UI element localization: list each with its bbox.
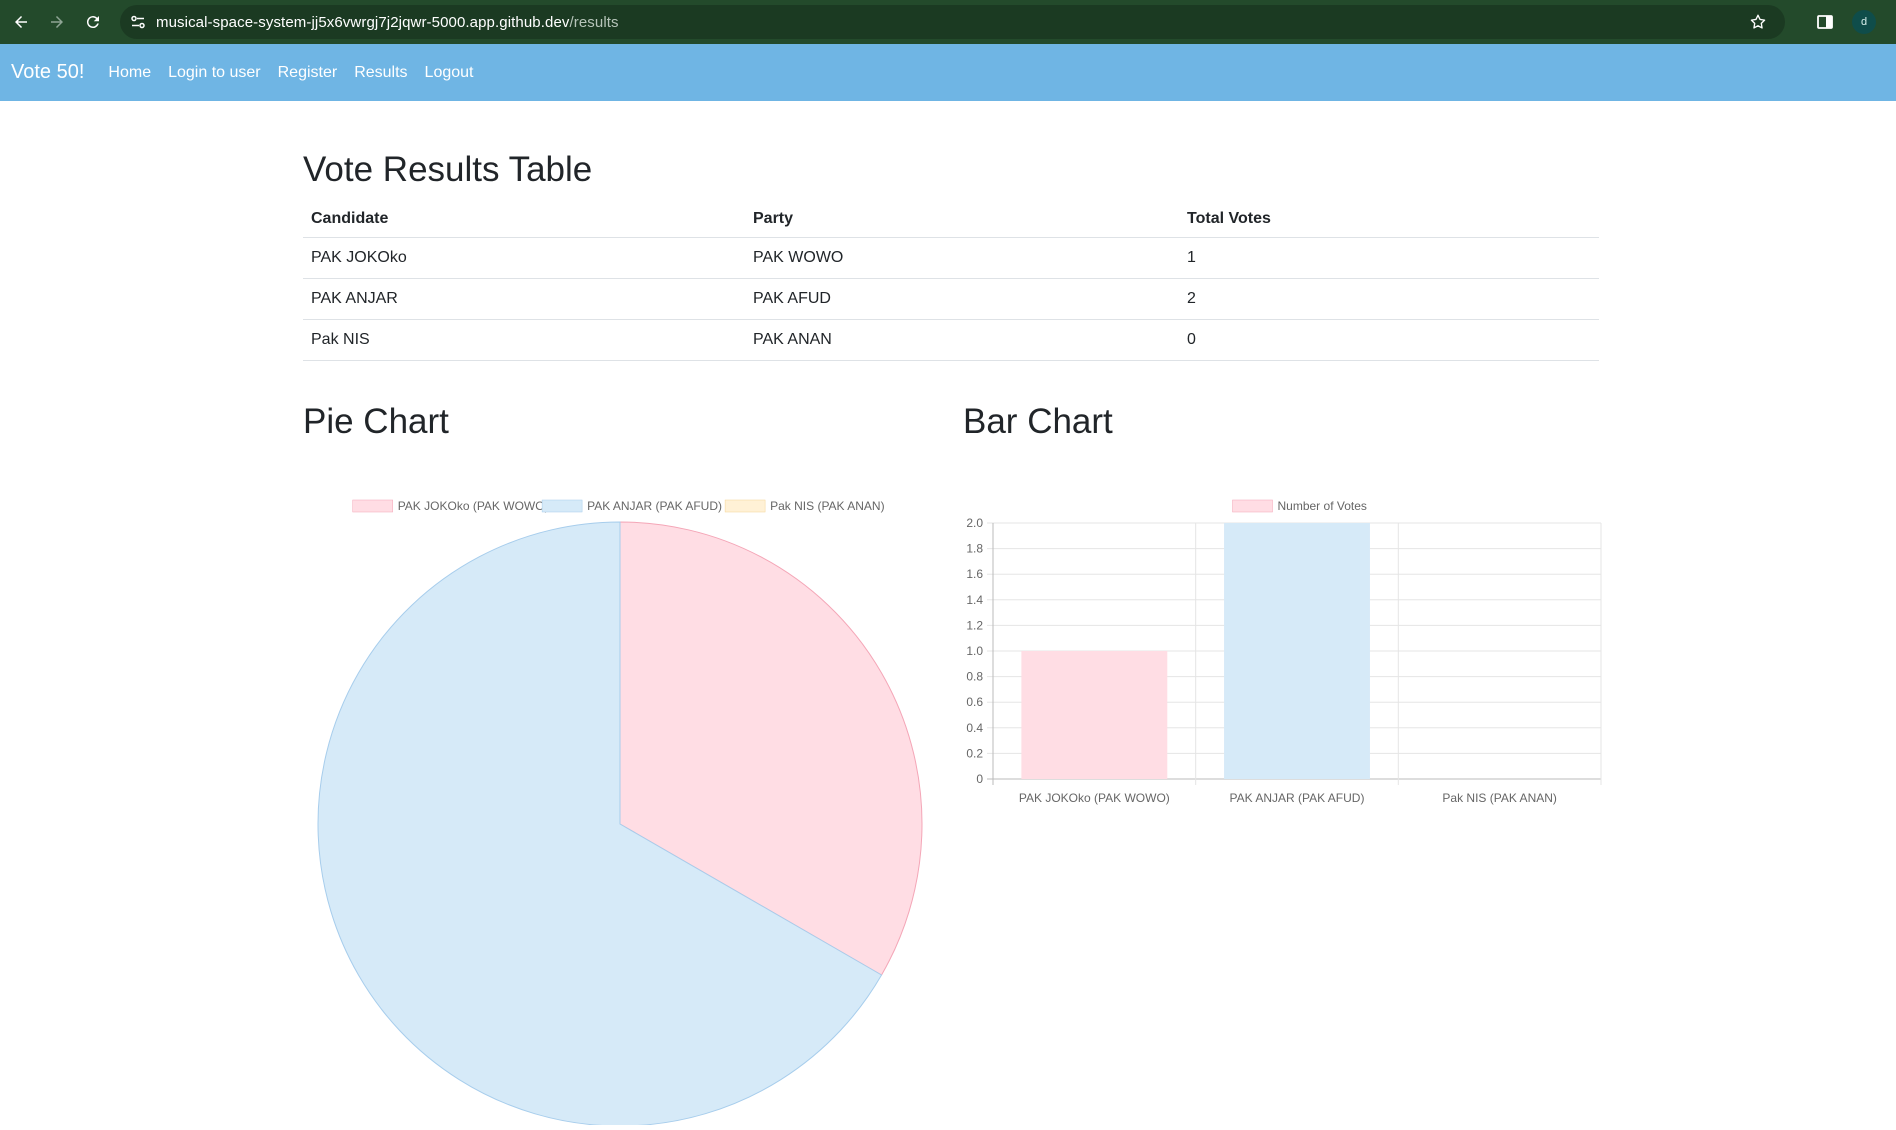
bar[interactable] — [1021, 651, 1168, 779]
cell-candidate: Pak NIS — [303, 319, 745, 361]
pie-legend-swatch[interactable] — [541, 499, 583, 513]
cell-party: PAK AFUD — [745, 278, 1179, 320]
nav-home[interactable]: Home — [108, 64, 151, 82]
header-total-votes: Total Votes — [1179, 203, 1599, 238]
table-row: PAK JOKOko PAK WOWO 1 — [303, 237, 1599, 279]
bar-chart-section: Bar Chart Number of Votes 2.0 1.8 1.6 1.4 1.2… — [963, 399, 1603, 810]
url-path: /results — [569, 13, 619, 31]
back-button[interactable] — [3, 4, 39, 40]
bar-chart-title: Bar Chart — [963, 402, 1113, 441]
main-content: Vote Results Table Candidate Party Total… — [303, 101, 1602, 1127]
reload-icon — [86, 16, 99, 29]
side-panel-icon[interactable] — [1816, 13, 1834, 31]
bar[interactable] — [1224, 523, 1370, 779]
charts-row: Pie Chart PAK JOKOko (PAK WOWO) PAK ANJAR… — [303, 399, 1602, 1127]
header-party: Party — [745, 203, 1179, 238]
y-tick-label: 1.6 — [966, 567, 983, 581]
profile-avatar[interactable]: d — [1852, 10, 1876, 34]
browser-right-controls: d — [1816, 0, 1896, 44]
forward-arrow-icon — [51, 16, 63, 28]
url-text: musical-space-system-jj5x6vwrgj7j2jqwr-5… — [156, 14, 619, 31]
y-tick-label: 1.2 — [966, 618, 983, 632]
y-tick-label: 1.4 — [966, 593, 983, 607]
cell-candidate: PAK JOKOko — [303, 237, 745, 279]
cell-party: PAK ANAN — [745, 319, 1179, 361]
y-tick-label: 1.8 — [966, 542, 983, 556]
pie-legend-label[interactable]: PAK ANJAR (PAK AFUD) — [587, 499, 722, 513]
results-table: Candidate Party Total Votes PAK JOKOko P… — [303, 203, 1599, 361]
y-tick-label: 0.2 — [966, 746, 983, 760]
brand-link[interactable]: Vote 50! — [11, 61, 84, 84]
cell-votes: 0 — [1179, 319, 1599, 361]
pie-chart-section: Pie Chart PAK JOKOko (PAK WOWO) PAK ANJAR… — [303, 399, 923, 1130]
table-row: PAK ANJAR PAK AFUD 2 — [303, 278, 1599, 320]
app-navbar: Vote 50! Home Login to user Register Res… — [0, 44, 1896, 101]
site-info-icon[interactable] — [130, 14, 146, 30]
y-tick-label: 0 — [976, 772, 983, 786]
reload-button[interactable] — [75, 4, 111, 40]
nav-register[interactable]: Register — [278, 64, 338, 82]
forward-button[interactable] — [39, 4, 75, 40]
x-tick-label: PAK ANJAR (PAK AFUD) — [1230, 791, 1365, 805]
nav-logout[interactable]: Logout — [425, 64, 474, 82]
back-arrow-icon — [15, 16, 27, 28]
nav-results[interactable]: Results — [354, 64, 407, 82]
bar-legend-swatch[interactable] — [1232, 499, 1273, 513]
url-host: musical-space-system-jj5x6vwrgj7j2jqwr-5… — [156, 13, 570, 31]
x-tick-label: PAK JOKOko (PAK WOWO) — [1019, 791, 1170, 805]
pie-legend-label[interactable]: Pak NIS (PAK ANAN) — [770, 499, 884, 513]
y-tick-label: 1.0 — [966, 644, 983, 658]
pie-chart-title: Pie Chart — [303, 402, 449, 441]
y-tick-label: 0.6 — [966, 695, 983, 709]
address-bar[interactable]: musical-space-system-jj5x6vwrgj7j2jqwr-5… — [120, 5, 1785, 39]
bar-chart: Number of Votes 2.0 1.8 1.6 1.4 1.2 1.0 0.8 0.6 0… — [966, 499, 1602, 805]
bar-legend-label[interactable]: Number of Votes — [1278, 499, 1367, 513]
pie-legend-swatch[interactable] — [724, 499, 766, 513]
y-tick-label: 2.0 — [966, 516, 983, 530]
nav-login[interactable]: Login to user — [168, 64, 261, 82]
pie-legend: PAK JOKOko (PAK WOWO) PAK ANJAR (PAK AFUD… — [352, 499, 885, 513]
table-row: Pak NIS PAK ANAN 0 — [303, 319, 1599, 361]
y-tick-label: 0.4 — [966, 721, 983, 735]
pie-legend-label[interactable]: PAK JOKOko (PAK WOWO) — [398, 499, 549, 513]
cell-votes: 2 — [1179, 278, 1599, 320]
header-candidate: Candidate — [303, 203, 745, 238]
cell-votes: 1 — [1179, 237, 1599, 279]
cell-candidate: PAK ANJAR — [303, 278, 745, 320]
browser-toolbar: musical-space-system-jj5x6vwrgj7j2jqwr-5… — [0, 0, 1896, 44]
results-table-title: Vote Results Table — [303, 150, 593, 189]
y-tick-label: 0.8 — [966, 670, 983, 684]
pie-legend-swatch[interactable] — [352, 499, 393, 513]
pie-chart: PAK JOKOko (PAK WOWO) PAK ANJAR (PAK AFUD… — [317, 499, 923, 1127]
bookmark-star-icon[interactable] — [1749, 13, 1767, 31]
table-header-row: Candidate Party Total Votes — [303, 203, 1599, 238]
bar-legend: Number of Votes — [1232, 499, 1367, 513]
x-tick-label: Pak NIS (PAK ANAN) — [1442, 791, 1556, 805]
cell-party: PAK WOWO — [745, 237, 1179, 279]
